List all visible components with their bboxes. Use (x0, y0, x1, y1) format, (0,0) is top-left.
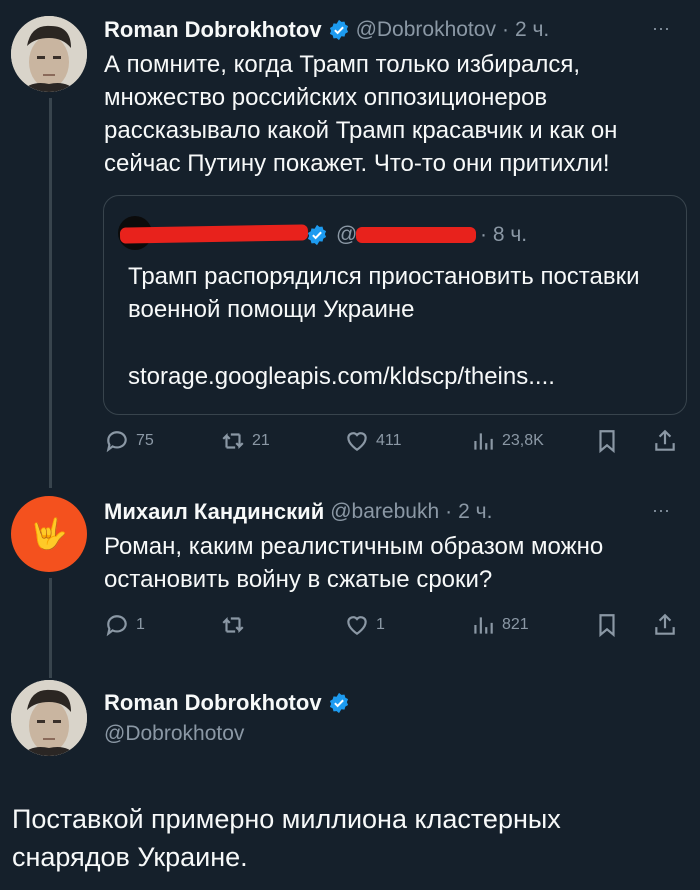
bookmark-button[interactable] (594, 612, 620, 638)
quoted-handle-at: @ (336, 223, 358, 246)
author-name[interactable]: Roman Dobrokhotov (104, 690, 322, 716)
retweet-icon (222, 616, 244, 634)
verified-badge-icon (329, 692, 348, 714)
author-name[interactable]: Roman Dobrokhotov (104, 17, 322, 43)
tweet2-header: Михаил Кандинский @barebukh · 2 ч. (104, 499, 492, 525)
reply-count: 1 (136, 616, 145, 633)
bookmark-icon (599, 614, 615, 638)
like-count: 411 (376, 432, 402, 449)
like-button[interactable]: 411 (344, 428, 402, 454)
actions-row-2: 1 1 821 (104, 612, 684, 642)
retweet-button[interactable]: 21 (220, 428, 270, 454)
views-count: 23,8K (502, 432, 544, 449)
actions-row-1: 75 21 411 23,8K (104, 428, 684, 458)
reply-icon (106, 615, 127, 637)
share-button[interactable] (652, 428, 678, 454)
views-count: 821 (502, 616, 529, 633)
heart-icon (347, 616, 367, 635)
quoted-timestamp: · 8 ч. (480, 223, 528, 246)
timestamp[interactable]: 2 ч. (515, 18, 549, 42)
reply-button[interactable]: 1 (104, 612, 145, 638)
quoted-link[interactable]: storage.googleapis.com/kldscp/theins.... (128, 360, 658, 393)
more-options-icon[interactable]: ··· (652, 18, 670, 39)
verified-badge-icon (307, 224, 327, 246)
thread-line-2 (49, 578, 52, 678)
quoted-tweet[interactable]: @ · 8 ч. Трамп распорядился приостановит… (103, 195, 687, 415)
heart-icon (347, 432, 367, 451)
retweet-icon (222, 432, 244, 450)
share-button[interactable] (652, 612, 678, 638)
share-icon (655, 613, 675, 635)
tweet3-header: Roman Dobrokhotov (104, 690, 350, 716)
retweet-button[interactable] (220, 612, 252, 638)
reply-button[interactable]: 75 (104, 428, 154, 454)
views-button[interactable]: 821 (470, 612, 529, 638)
timestamp[interactable]: 2 ч. (458, 500, 492, 524)
tweet1-header: Roman Dobrokhotov @Dobrokhotov · 2 ч. (104, 17, 549, 43)
avatar-roman[interactable] (11, 16, 87, 92)
author-handle[interactable]: @Dobrokhotov (356, 18, 496, 42)
main-tweet-text: Поставкой примерно миллиона кластерных с… (12, 804, 561, 872)
bookmark-icon (599, 430, 615, 454)
separator-dot: · (445, 500, 453, 523)
more-options-icon[interactable]: ··· (652, 500, 670, 521)
like-count: 1 (376, 616, 385, 633)
avatar-roman[interactable] (11, 680, 87, 756)
quoted-text: Трамп распорядился приостановить поставк… (128, 263, 640, 323)
thread-line-1 (49, 98, 52, 488)
bookmark-button[interactable] (594, 428, 620, 454)
views-icon (474, 433, 493, 450)
views-icon (474, 617, 493, 634)
redacted-name (119, 224, 309, 244)
tweet-text: А помните, когда Трамп только избирался,… (104, 51, 618, 177)
author-name[interactable]: Михаил Кандинский (104, 499, 324, 525)
share-icon (655, 429, 675, 451)
retweet-count: 21 (252, 432, 270, 449)
reply-icon (106, 431, 127, 453)
avatar-mikhail[interactable]: 🤟 (11, 496, 87, 572)
author-handle[interactable]: @Dobrokhotov (104, 722, 244, 746)
separator-dot: · (501, 18, 509, 41)
redacted-handle (356, 227, 476, 243)
verified-badge-icon (329, 19, 348, 41)
like-button[interactable]: 1 (344, 612, 385, 638)
tweet-text: Роман, каким реалистичным образом можно … (104, 533, 604, 593)
author-handle[interactable]: @barebukh (330, 500, 439, 524)
reply-count: 75 (136, 432, 154, 449)
rock-hand-icon: 🤟 (30, 517, 68, 551)
views-button[interactable]: 23,8K (470, 428, 544, 454)
